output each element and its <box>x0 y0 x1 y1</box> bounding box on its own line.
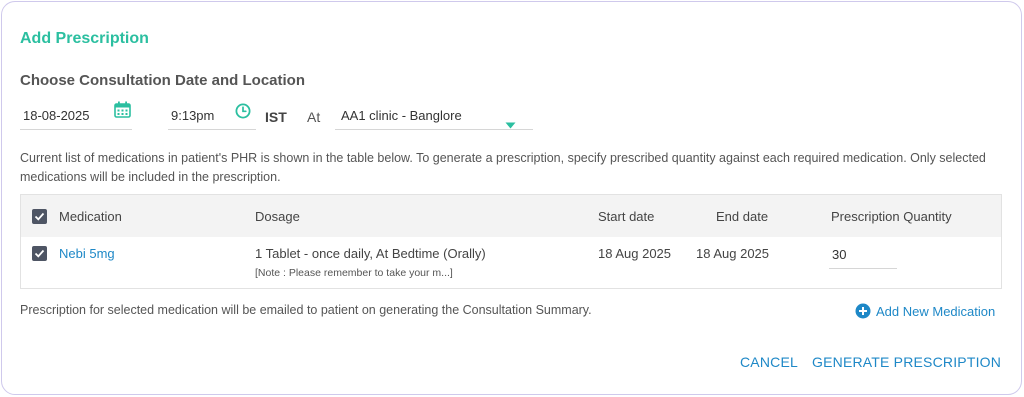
start-date-value: 18 Aug 2025 <box>598 246 672 261</box>
header-end-date: End date <box>716 209 769 224</box>
dosage-note: [Note : Please remember to take your m..… <box>255 267 453 279</box>
checkmark-icon <box>34 212 45 221</box>
prescription-quantity-input[interactable] <box>829 241 897 269</box>
row-checkbox[interactable] <box>32 246 47 261</box>
consultation-time-value: 9:13pm <box>171 108 215 123</box>
dialog-title: Add Prescription <box>20 30 149 47</box>
add-new-medication-label: Add New Medication <box>876 303 996 319</box>
at-label: At <box>307 109 321 125</box>
add-prescription-dialog: Add Prescription Choose Consultation Dat… <box>1 1 1022 395</box>
timezone-label: IST <box>265 109 287 125</box>
header-dosage: Dosage <box>255 209 300 224</box>
dosage-text: 1 Tablet - once daily, At Bedtime (Orall… <box>255 246 486 261</box>
medications-table: Medication Dosage Start date End date Pr… <box>20 194 1002 289</box>
consultation-date-value: 18-08-2025 <box>23 108 90 123</box>
email-notice-text: Prescription for selected medication wil… <box>20 303 592 317</box>
header-start-date: Start date <box>598 209 655 224</box>
calendar-icon[interactable] <box>114 101 131 118</box>
location-value: AA1 clinic - Banglore <box>341 108 462 123</box>
dropdown-caret-icon[interactable] <box>505 116 516 129</box>
header-prescription-quantity: Prescription Quantity <box>831 209 952 224</box>
plus-circle-icon <box>855 303 871 319</box>
select-all-checkbox[interactable] <box>32 209 47 224</box>
medication-link[interactable]: Nebi 5mg <box>59 246 115 261</box>
table-header: Medication Dosage Start date End date Pr… <box>21 195 1001 237</box>
section-title: Choose Consultation Date and Location <box>20 72 306 89</box>
clock-icon[interactable] <box>235 103 251 119</box>
location-select[interactable]: AA1 clinic - Banglore <box>335 102 533 130</box>
checkmark-icon <box>34 249 45 258</box>
generate-prescription-button[interactable]: GENERATE PRESCRIPTION <box>812 354 1001 370</box>
add-new-medication-link[interactable]: Add New Medication <box>855 302 995 320</box>
cancel-button[interactable]: CANCEL <box>740 354 798 370</box>
medication-info-text: Current list of medications in patient's… <box>20 151 986 184</box>
end-date-value: 18 Aug 2025 <box>696 246 770 261</box>
header-medication: Medication <box>59 209 122 224</box>
